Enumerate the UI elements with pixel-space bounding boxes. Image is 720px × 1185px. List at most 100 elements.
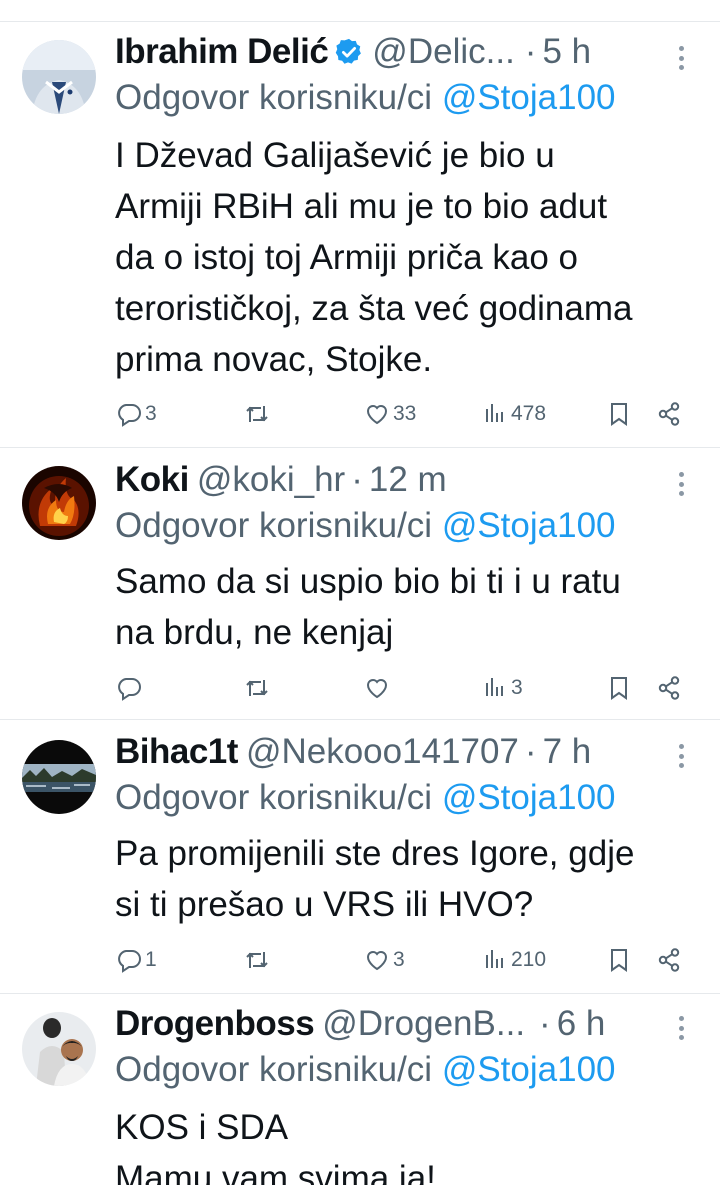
reply-mention-link[interactable]: @Stoja100 xyxy=(442,1050,616,1089)
views-count: 3 xyxy=(511,676,523,699)
share-icon xyxy=(658,948,680,972)
views-button[interactable]: 210 xyxy=(481,940,546,980)
bookmark-button[interactable] xyxy=(605,394,633,434)
avatar[interactable] xyxy=(22,1012,96,1086)
timestamp[interactable]: 12 m xyxy=(369,460,447,500)
previous-tweet-edge xyxy=(0,0,720,22)
tweet-header: Drogenboss @DrogenB... · 6 h xyxy=(115,1002,690,1046)
reply-prefix: Odgovor korisniku/ci xyxy=(115,78,433,117)
separator-dot: · xyxy=(539,1004,551,1043)
tweet-actions: 1 3 210 xyxy=(115,940,695,980)
bookmark-button[interactable] xyxy=(605,668,633,708)
reply-button[interactable]: 1 xyxy=(115,940,157,980)
like-count: 33 xyxy=(393,402,417,425)
reply-mention-link[interactable]: @Stoja100 xyxy=(442,778,616,817)
tweet-header: Ibrahim Delić @Delic... · 5 h xyxy=(115,30,690,74)
reply-context: Odgovor korisniku/ci @Stoja100 xyxy=(115,1050,616,1090)
reply-mention-link[interactable]: @Stoja100 xyxy=(442,78,616,117)
reply-prefix: Odgovor korisniku/ci xyxy=(115,506,433,545)
views-button[interactable]: 478 xyxy=(481,394,546,434)
share-button[interactable] xyxy=(655,668,683,708)
author-name[interactable]: Bihac1t xyxy=(115,732,238,772)
retweet-icon xyxy=(246,680,268,696)
tweet[interactable]: Drogenboss @DrogenB... · 6 h Odgovor kor… xyxy=(0,994,720,1185)
tweet-text-line: Armiji RBiH ali mu je to bio adut xyxy=(115,187,608,226)
author-name[interactable]: Drogenboss xyxy=(115,1004,315,1044)
tweet-text: Samo da si uspio bio bi ti i u ratu na b… xyxy=(115,556,702,658)
retweet-button[interactable] xyxy=(243,394,273,434)
more-vertical-icon[interactable] xyxy=(672,1013,690,1043)
like-count: 3 xyxy=(393,948,405,971)
views-count: 210 xyxy=(511,948,547,971)
share-icon xyxy=(658,402,680,426)
reply-mention-link[interactable]: @Stoja100 xyxy=(442,506,616,545)
reply-prefix: Odgovor korisniku/ci xyxy=(115,1050,433,1089)
tweet-text-line: Pa promijenili ste dres Igore, gdje xyxy=(115,834,635,873)
share-button[interactable] xyxy=(655,940,683,980)
share-button[interactable] xyxy=(655,394,683,434)
avatar[interactable] xyxy=(22,740,96,814)
author-handle[interactable]: @koki_hr xyxy=(197,460,345,500)
author-handle[interactable]: @Nekooo141707 xyxy=(246,732,519,772)
tweet-text: I Dževad Galijašević je bio u Armiji RBi… xyxy=(115,130,702,385)
tweet-text-line: da o istoj toj Armiji priča kao o xyxy=(115,238,578,277)
retweet-icon xyxy=(246,406,268,422)
bar-chart-icon xyxy=(486,404,503,422)
timestamp[interactable]: 6 h xyxy=(557,1004,606,1044)
separator-dot: · xyxy=(524,32,537,71)
tweet[interactable]: Ibrahim Delić @Delic... · 5 h Odgovor ko… xyxy=(0,22,720,448)
tweet-actions: 3 33 478 xyxy=(115,394,695,434)
tweet-header: Koki @koki_hr · 12 m xyxy=(115,458,690,502)
views-button[interactable]: 3 xyxy=(481,668,523,708)
speech-bubble-icon xyxy=(118,678,141,701)
reply-context: Odgovor korisniku/ci @Stoja100 xyxy=(115,778,616,818)
reply-count: 3 xyxy=(145,402,157,425)
more-vertical-icon[interactable] xyxy=(672,469,690,499)
views-count: 478 xyxy=(511,402,547,425)
bookmark-icon xyxy=(611,949,627,972)
reply-context: Odgovor korisniku/ci @Stoja100 xyxy=(115,78,616,118)
tweet[interactable]: Bihac1t @Nekooo141707 · 7 h Odgovor kori… xyxy=(0,720,720,994)
like-button[interactable]: 3 xyxy=(363,940,405,980)
reply-prefix: Odgovor korisniku/ci xyxy=(115,778,433,817)
heart-icon xyxy=(366,951,388,971)
heart-icon xyxy=(366,405,388,425)
bookmark-icon xyxy=(611,403,627,426)
speech-bubble-icon xyxy=(118,950,141,973)
reply-button[interactable]: 3 xyxy=(115,394,157,434)
avatar[interactable] xyxy=(22,40,96,114)
more-vertical-icon[interactable] xyxy=(672,741,690,771)
author-name[interactable]: Ibrahim Delić xyxy=(115,32,329,72)
heart-icon xyxy=(366,679,388,699)
verified-badge-icon xyxy=(336,38,362,64)
author-name[interactable]: Koki xyxy=(115,460,189,500)
bar-chart-icon xyxy=(486,678,503,696)
tweet-text-line: Samo da si uspio bio bi ti i u ratu xyxy=(115,562,621,601)
tweet-text: KOS i SDA Mamu vam svima ja! xyxy=(115,1102,702,1185)
avatar[interactable] xyxy=(22,466,96,540)
like-button[interactable] xyxy=(363,668,393,708)
more-vertical-icon[interactable] xyxy=(672,43,690,73)
bookmark-button[interactable] xyxy=(605,940,633,980)
tweet-text-line: si ti prešao u VRS ili HVO? xyxy=(115,885,534,924)
tweet-actions: 3 xyxy=(115,668,695,708)
retweet-button[interactable] xyxy=(243,668,273,708)
like-button[interactable]: 33 xyxy=(363,394,416,434)
tweet-text: Pa promijenili ste dres Igore, gdje si t… xyxy=(115,828,702,930)
tweet-text-line: KOS i SDA xyxy=(115,1108,289,1147)
tweet[interactable]: Koki @koki_hr · 12 m Odgovor korisniku/c… xyxy=(0,448,720,720)
reply-button[interactable] xyxy=(115,668,145,708)
bookmark-icon xyxy=(611,677,627,700)
author-handle[interactable]: @Delic... xyxy=(372,32,515,72)
tweet-header: Bihac1t @Nekooo141707 · 7 h xyxy=(115,730,690,774)
tweet-text-line: prima novac, Stojke. xyxy=(115,340,433,379)
separator-dot: · xyxy=(524,732,537,771)
retweet-button[interactable] xyxy=(243,940,273,980)
retweet-icon xyxy=(246,952,268,968)
author-handle[interactable]: @DrogenB... xyxy=(322,1004,525,1044)
reply-count: 1 xyxy=(145,948,157,971)
share-icon xyxy=(658,676,680,700)
tweet-text-line: I Dževad Galijašević je bio u xyxy=(115,136,555,175)
timestamp[interactable]: 7 h xyxy=(543,732,592,772)
timestamp[interactable]: 5 h xyxy=(542,32,591,72)
